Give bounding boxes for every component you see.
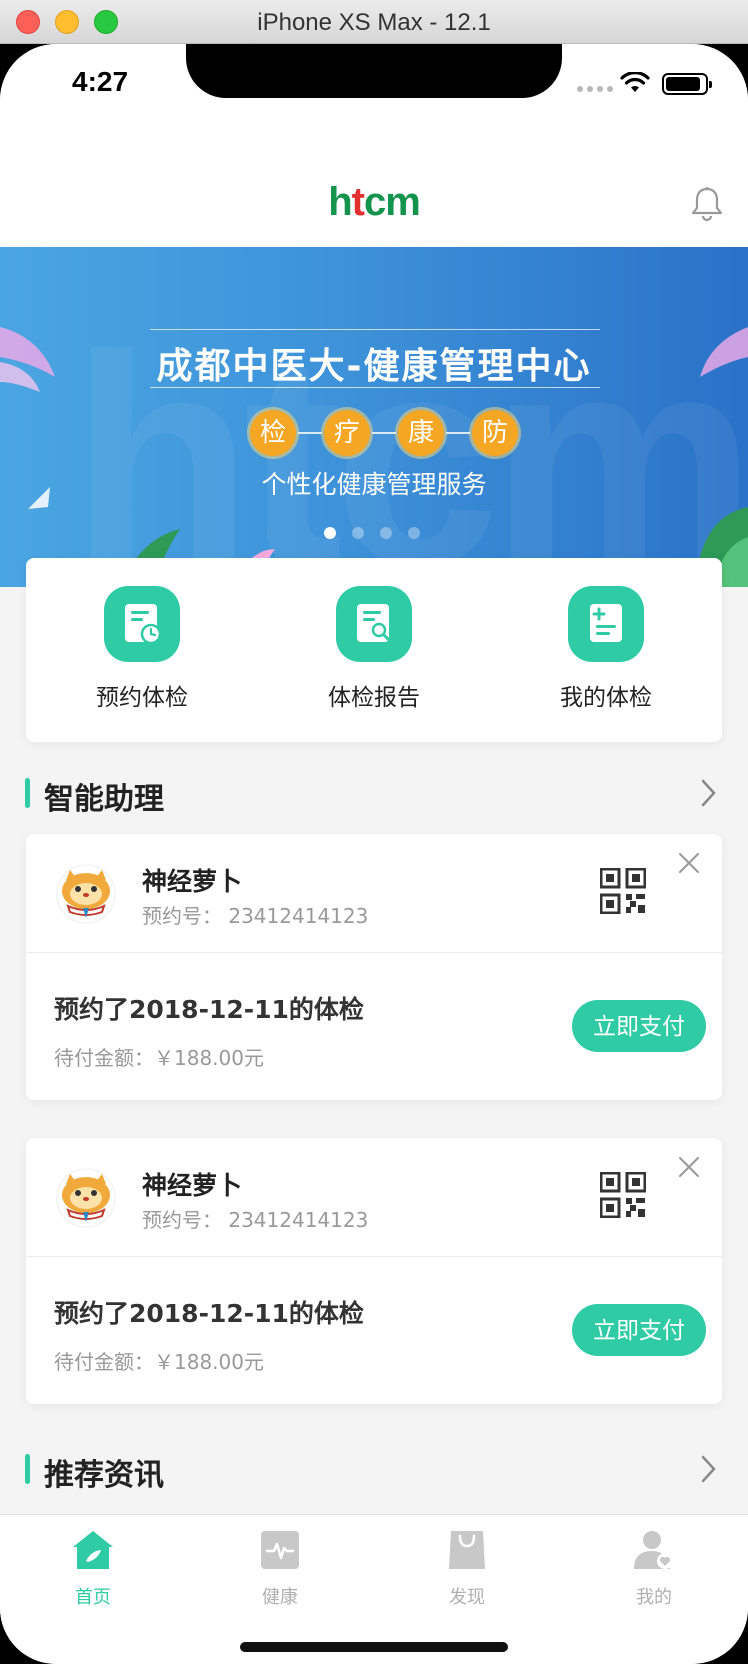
quick-entry-my-checkup[interactable]: 我的体检 — [490, 558, 722, 742]
status-bar: 4:27 — [0, 44, 748, 144]
pending-amount: 待付金额：￥188.00元 — [54, 1350, 264, 1374]
bell-icon[interactable] — [690, 186, 724, 222]
health-pulse-icon — [261, 1531, 299, 1569]
section-header-assistant[interactable]: 智能助理 — [0, 764, 748, 824]
banner-line-bottom — [150, 387, 600, 388]
section-title: 智能助理 — [44, 782, 164, 817]
chevron-right-icon[interactable] — [700, 1454, 718, 1484]
section-title: 推荐资讯 — [44, 1458, 164, 1493]
tab-health[interactable]: 健康 — [220, 1529, 340, 1609]
carousel-indicator — [324, 527, 420, 539]
quick-entry-checkup-report[interactable]: 体检报告 — [258, 558, 490, 742]
close-icon[interactable] — [678, 1156, 700, 1178]
window-title: iPhone XS Max - 12.1 — [257, 9, 491, 36]
avatar — [56, 864, 116, 924]
assistant-card[interactable]: 神经萝卜 预约号： 23412414123 预约了2018-12-11的体检 待… — [26, 1138, 722, 1404]
qr-code-icon[interactable] — [600, 868, 646, 914]
banner-title: 成都中医大-健康管理中心 — [156, 346, 592, 387]
pending-amount: 待付金额：￥188.00元 — [54, 1046, 264, 1070]
chevron-right-icon[interactable] — [700, 778, 718, 808]
patient-name: 神经萝卜 — [142, 867, 243, 896]
carousel-dot-3[interactable] — [380, 527, 392, 539]
banner-tags: 检 疗 康 防 — [250, 410, 518, 456]
patient-name: 神经萝卜 — [142, 1171, 243, 1200]
tab-label: 发现 — [449, 1587, 485, 1608]
assistant-card[interactable]: 神经萝卜 预约号： 23412414123 预约了2018-12-11的体检 待… — [26, 834, 722, 1100]
tab-mine[interactable]: 我的 — [594, 1529, 714, 1609]
avatar — [56, 1168, 116, 1228]
app-header: htcm — [0, 144, 748, 247]
status-time: 4:27 — [72, 66, 129, 97]
qr-code-icon[interactable] — [600, 1172, 646, 1218]
quick-entry-card: 预约体检 体检报告 我的体检 — [26, 558, 722, 742]
section-accent-bar — [25, 1454, 30, 1484]
quick-entry-label: 体检报告 — [328, 685, 420, 711]
banner-line-top — [150, 329, 600, 330]
tab-home[interactable]: 首页 — [33, 1529, 153, 1609]
shopping-bag-icon — [449, 1531, 485, 1569]
section-accent-bar — [25, 778, 30, 808]
card-divider — [26, 1256, 722, 1257]
promo-banner[interactable]: htcm 成都中医大-健康管理中心 检 疗 康 防 个性化健康管理服务 — [0, 247, 748, 587]
simulator-title-bar: iPhone XS Max - 12.1 — [0, 0, 748, 44]
phone-screen: 4:27 htcm htcm 成都中医大-健康管理中心 检 疗 康 防 个性化健… — [0, 44, 748, 1664]
document-plus-icon — [568, 586, 644, 662]
tab-discover[interactable]: 发现 — [407, 1529, 527, 1609]
banner-tag: 检 — [250, 410, 296, 456]
quick-entry-label: 我的体检 — [560, 685, 652, 711]
carousel-dot-2[interactable] — [352, 527, 364, 539]
logo-text-t: t — [351, 180, 365, 224]
close-icon[interactable] — [678, 852, 700, 874]
report-search-icon — [336, 586, 412, 662]
battery-icon — [662, 73, 712, 95]
pay-now-button[interactable]: 立即支付 — [572, 1304, 706, 1356]
appointment-number: 预约号： 23412414123 — [142, 904, 369, 928]
appointment-description: 预约了2018-12-11的体检 — [54, 1299, 364, 1328]
home-icon — [73, 1531, 113, 1569]
tag-connector — [446, 432, 470, 434]
home-indicator[interactable] — [240, 1642, 508, 1652]
cellular-signal-icon — [577, 86, 613, 92]
htcm-logo: htcm — [0, 180, 748, 225]
user-heart-icon — [634, 1531, 673, 1569]
card-divider — [26, 952, 722, 953]
clipboard-clock-icon — [104, 586, 180, 662]
tag-connector — [298, 432, 322, 434]
carousel-dot-4[interactable] — [408, 527, 420, 539]
logo-text-cm: cm — [363, 180, 421, 224]
banner-subtitle: 个性化健康管理服务 — [261, 470, 487, 499]
quick-entry-book-checkup[interactable]: 预约体检 — [26, 558, 258, 742]
notch — [186, 44, 562, 98]
appointment-description: 预约了2018-12-11的体检 — [54, 995, 364, 1024]
quick-entry-label: 预约体检 — [96, 685, 188, 711]
banner-tag: 防 — [472, 410, 518, 456]
pay-now-button[interactable]: 立即支付 — [572, 1000, 706, 1052]
banner-tag: 康 — [398, 410, 444, 456]
section-header-news[interactable]: 推荐资讯 — [0, 1440, 748, 1500]
carousel-dot-1[interactable] — [324, 527, 336, 539]
tab-label: 健康 — [262, 1587, 298, 1608]
logo-text-h: h — [328, 180, 352, 224]
banner-tag: 疗 — [324, 410, 370, 456]
wifi-icon — [620, 72, 650, 92]
appointment-number: 预约号： 23412414123 — [142, 1208, 369, 1232]
tab-label: 首页 — [75, 1587, 111, 1608]
tab-label: 我的 — [636, 1587, 672, 1608]
tag-connector — [372, 432, 396, 434]
